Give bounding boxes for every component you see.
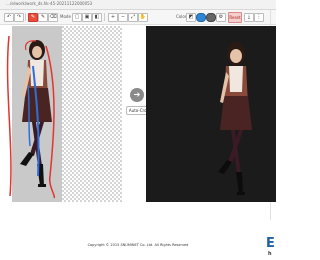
foreground-brush-icon[interactable]: ✎ — [38, 13, 48, 22]
apply-arrow-button[interactable]: ➔ — [130, 88, 144, 102]
brand-subtext: h — [268, 251, 272, 257]
mode-label: Mode — [60, 14, 71, 19]
selection-strokes — [6, 35, 56, 199]
url-text: …/e/work/work_ds.hk-45-20211122000053 — [6, 1, 93, 6]
mode-option-1-icon[interactable]: ▢ — [72, 13, 82, 22]
brand-logo-text: E — [266, 236, 275, 251]
more-options-icon[interactable]: ⋮ — [254, 13, 264, 22]
color-label: Color — [176, 14, 187, 19]
redo-tool-icon[interactable]: ↷ — [14, 13, 24, 22]
mode-option-3-icon[interactable]: ◧ — [92, 13, 102, 22]
zoom-in-icon[interactable]: + — [108, 13, 118, 22]
result-figure — [218, 42, 252, 195]
background-brush-icon[interactable]: ✎ — [28, 13, 38, 22]
result-preview — [146, 26, 276, 202]
mode-option-2-icon[interactable]: ▣ — [82, 13, 92, 22]
color-picker-icon[interactable]: ◩ — [186, 13, 196, 22]
editor-toolbar: ↶ ↷ ✎ ✎ ⌫ Mode ▢ ▣ ◧ + − ⤢ ✋ Color ◩ ⚙ R… — [0, 10, 276, 25]
eraser-tool-icon[interactable]: ⌫ — [48, 13, 58, 22]
hand-tool-icon[interactable]: ✋ — [138, 13, 148, 22]
settings-icon[interactable]: ⚙ — [216, 13, 226, 22]
zoom-out-icon[interactable]: − — [118, 13, 128, 22]
blue-color-icon[interactable] — [196, 13, 206, 22]
grey-color-icon[interactable] — [206, 13, 216, 22]
fit-view-icon[interactable]: ⤢ — [128, 13, 138, 22]
undo-tool-icon[interactable]: ↶ — [4, 13, 14, 22]
address-bar[interactable]: …/e/work/work_ds.hk-45-20211122000053 — [0, 0, 276, 10]
reset-button[interactable]: Reset — [228, 12, 242, 23]
download-icon[interactable]: ⤓ — [244, 13, 254, 22]
copyright-text: Copyright © 2015 SNUMINET Co. Ltd. All R… — [87, 243, 189, 247]
source-photo-canvas[interactable] — [6, 26, 62, 202]
